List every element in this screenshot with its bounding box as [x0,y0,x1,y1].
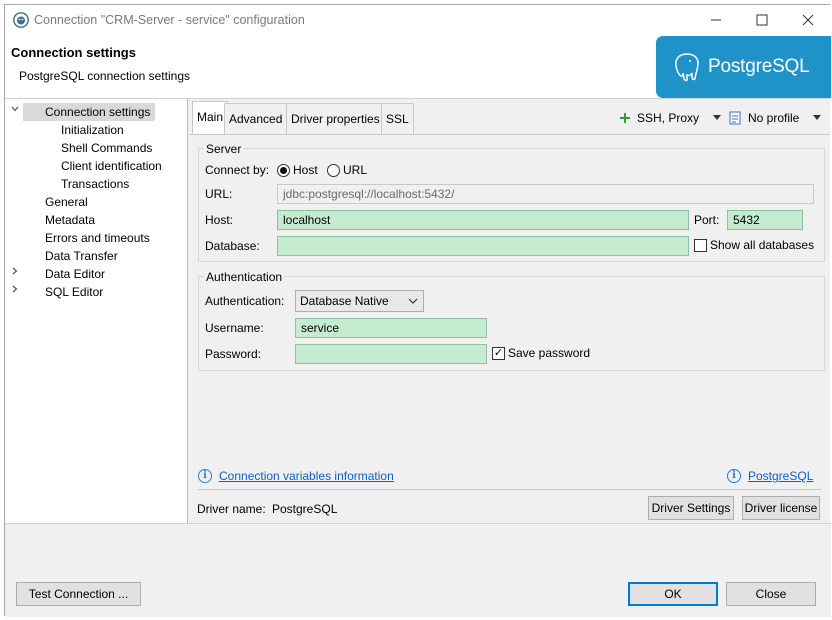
nav-item-initialization[interactable]: Initialization [61,121,124,139]
elephant-icon [675,53,699,82]
authentication-select-value: Database Native [300,294,389,308]
settings-nav-tree: Connection settings Initialization Shell… [5,99,188,523]
close-icon [802,14,814,26]
document-icon [729,111,741,125]
server-legend: Server [204,142,244,156]
postgresql-logo: PostgreSQL [656,36,831,98]
database-field[interactable] [277,236,689,256]
authentication-legend: Authentication [204,270,285,284]
ok-button[interactable]: OK [628,582,718,606]
connection-settings-panel: Main Advanced Driver properties SSL SSH,… [189,99,830,523]
profile-dropdown[interactable]: No profile [729,109,822,127]
tab-driver-properties[interactable]: Driver properties [286,103,385,134]
dialog-footer: Test Connection ... OK Close [5,523,831,617]
header-title: Connection settings [11,45,136,60]
show-all-databases-checkbox[interactable] [694,239,707,252]
nav-item-metadata[interactable]: Metadata [45,211,95,229]
authentication-select[interactable]: Database Native [295,290,424,312]
window-title: Connection "CRM-Server - service" config… [34,13,305,27]
show-all-databases-label[interactable]: Show all databases [710,238,814,252]
url-field[interactable]: jdbc:postgresql://localhost:5432/ [277,184,814,204]
chevron-right-icon[interactable] [9,265,21,283]
chevron-right-icon[interactable] [9,283,21,301]
minimize-icon [711,19,721,21]
dropdown-arrow-icon [813,115,822,120]
driver-name-value: PostgreSQL [272,502,338,516]
driver-license-button[interactable]: Driver license [742,496,820,520]
chevron-down-icon [408,298,418,304]
plus-icon [620,113,630,123]
nav-item-general[interactable]: General [45,193,88,211]
maximize-icon [756,14,768,26]
dialog-header: Connection settings PostgreSQL connectio… [5,35,831,99]
dbeaver-app-icon [13,12,29,28]
port-field[interactable]: 5432 [727,210,803,230]
nav-item-data-editor[interactable]: Data Editor [45,265,105,283]
tab-ssl[interactable]: SSL [381,103,414,134]
nav-item-data-transfer[interactable]: Data Transfer [45,247,118,265]
chevron-down-icon[interactable] [9,103,21,121]
maximize-button[interactable] [739,5,785,35]
nav-item-shell-commands[interactable]: Shell Commands [61,139,152,157]
username-field[interactable]: service [295,318,487,338]
url-radio-label[interactable]: URL [343,163,367,177]
url-radio[interactable] [327,164,340,177]
save-password-label[interactable]: Save password [508,346,590,360]
username-label: Username: [205,321,264,335]
ssh-proxy-dropdown[interactable]: SSH, Proxy [619,109,722,127]
nav-item-sql-editor[interactable]: SQL Editor [45,283,103,301]
tab-divider [189,134,830,135]
host-radio-label[interactable]: Host [293,163,318,177]
driver-settings-button[interactable]: Driver Settings [648,496,734,520]
logo-text: PostgreSQL [708,56,810,77]
nav-item-transactions[interactable]: Transactions [61,175,129,193]
port-label: Port: [694,213,720,227]
header-subtitle: PostgreSQL connection settings [19,69,190,83]
connection-variables-link[interactable]: Connection variables information [219,469,394,483]
tab-main[interactable]: Main [192,101,229,134]
close-window-button[interactable] [785,5,831,35]
connect-by-label: Connect by: [205,163,270,177]
dropdown-arrow-icon [713,115,722,120]
postgresql-link[interactable]: PostgreSQL [748,469,813,483]
test-connection-button[interactable]: Test Connection ... [16,582,141,606]
authentication-label: Authentication: [205,294,285,308]
info-icon: i [198,469,212,483]
minimize-button[interactable] [693,5,739,35]
dialog-window: Connection "CRM-Server - service" config… [4,4,831,617]
nav-item-errors-timeouts[interactable]: Errors and timeouts [45,229,150,247]
separator [198,489,821,490]
profile-label: No profile [748,111,800,125]
close-button[interactable]: Close [726,582,816,606]
host-radio[interactable] [277,164,290,177]
nav-item-connection-settings[interactable]: Connection settings [23,103,155,121]
nav-item-client-identification[interactable]: Client identification [61,157,162,175]
url-label: URL: [205,187,233,201]
driver-name-label: Driver name: [197,502,266,516]
title-bar: Connection "CRM-Server - service" config… [5,5,831,35]
host-label: Host: [205,213,234,227]
save-password-checkbox[interactable]: ✓ [492,347,505,360]
tab-advanced[interactable]: Advanced [224,103,288,134]
info-icon: i [727,469,741,483]
password-field[interactable] [295,344,487,364]
host-field[interactable]: localhost [277,210,689,230]
password-label: Password: [205,347,262,361]
database-label: Database: [205,239,260,253]
ssh-proxy-label: SSH, Proxy [637,111,700,125]
